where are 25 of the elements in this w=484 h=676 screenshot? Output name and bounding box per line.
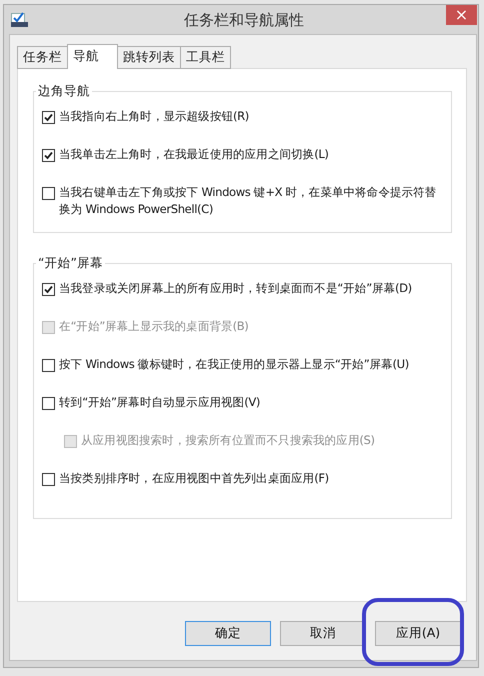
checkbox[interactable] — [42, 473, 55, 486]
dialog-button[interactable]: 应用(A) — [375, 621, 461, 646]
checkbox[interactable] — [42, 149, 55, 162]
tab[interactable]: 工具栏 — [180, 46, 231, 69]
tab[interactable]: 任务栏 — [17, 46, 68, 69]
option-label[interactable]: 当我单击左上角时，在我最近使用的应用之间切换(L) — [59, 146, 329, 163]
checkbox[interactable] — [42, 397, 55, 410]
dialog-button[interactable]: 确定 — [185, 621, 271, 646]
option-label[interactable]: 当我右键单击左下角或按下 Windows 键+X 时，在菜单中将命令提示符替换为 Windows PowerShell(C) — [59, 184, 447, 218]
option-label[interactable]: 按下 Windows 徽标键时，在我正使用的显示器上显示“开始”屏幕(U) — [59, 356, 409, 373]
group-title: 边角导航 — [37, 83, 91, 100]
checkbox[interactable] — [42, 187, 55, 200]
tab[interactable]: 跳转列表 — [117, 46, 181, 69]
checkbox[interactable] — [42, 283, 55, 296]
option-label[interactable]: 当按类别排序时，在应用视图中首先列出桌面应用(F) — [59, 470, 329, 487]
option-label[interactable]: 当我登录或关闭屏幕上的所有应用时，转到桌面而不是“开始”屏幕(D) — [59, 280, 412, 297]
close-button[interactable]: × — [446, 5, 477, 25]
tab[interactable]: 导航 — [67, 44, 118, 69]
window-title: 任务栏和导航属性 — [183, 10, 305, 30]
group-title: “开始”屏幕 — [37, 255, 104, 272]
checkbox[interactable] — [42, 111, 55, 124]
option-label[interactable]: 当我指向右上角时，显示超级按钮(R) — [59, 108, 249, 125]
option-label[interactable]: 转到“开始”屏幕时自动显示应用视图(V) — [59, 394, 260, 411]
app-icon — [11, 12, 28, 27]
checkbox[interactable] — [42, 359, 55, 372]
